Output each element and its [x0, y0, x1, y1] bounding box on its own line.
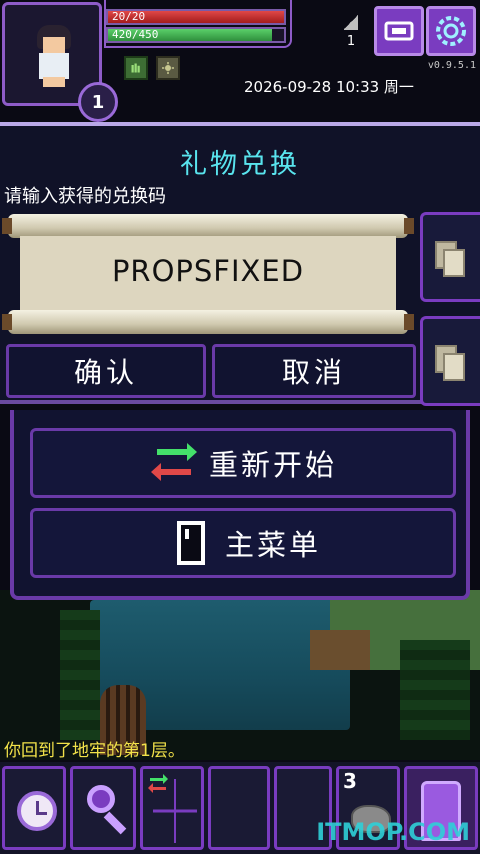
scroll-paper: PROPSFIXED [20, 236, 396, 312]
dirt-tile [310, 630, 370, 670]
plant-buff-icon[interactable] [124, 56, 148, 80]
restart-icon [150, 443, 197, 481]
menu-button[interactable] [426, 6, 476, 56]
search-icon [87, 785, 115, 813]
confirm-button[interactable]: 确认 [6, 344, 206, 398]
code-scroll: PROPSFIXED [2, 214, 414, 336]
depth-indicator[interactable]: 1 [334, 14, 368, 49]
scroll-roll-bottom [2, 310, 414, 334]
dialog-title: 礼物兑换 [180, 149, 300, 180]
main-menu-button[interactable]: 主菜单 [30, 508, 456, 578]
restart-button[interactable]: 重新开始 [30, 428, 456, 498]
copy-button[interactable] [420, 316, 480, 406]
journal-button[interactable] [374, 6, 424, 56]
pause-menu-panel: 重新开始 主菜单 [10, 410, 470, 600]
journal-icon [384, 21, 414, 41]
datetime-label: 2026-09-28 10:33 周一 [244, 78, 414, 96]
quickslot-empty-1[interactable] [208, 766, 270, 850]
door-icon [176, 521, 205, 565]
main-menu-label: 主菜单 [224, 528, 321, 562]
dungeon-view[interactable] [0, 590, 480, 760]
gift-code-dialog: 礼物兑换 请输入获得的兑换码 PROPSFIXED 确认 取消 [0, 122, 480, 406]
search-icon-handle [103, 811, 127, 835]
wait-button[interactable] [2, 766, 66, 850]
hero-level-badge: 1 [78, 82, 118, 122]
watermark-text: ITMOP.COM [316, 818, 470, 846]
paste-button[interactable] [420, 212, 480, 302]
redeem-code-input[interactable]: PROPSFIXED [20, 254, 396, 288]
tree-wall [60, 610, 100, 740]
hero-avatar [31, 25, 77, 87]
tree-wall [400, 640, 470, 740]
health-text: 20/20 [112, 10, 146, 23]
sun-buff-icon[interactable] [156, 56, 180, 80]
search-button[interactable] [70, 766, 136, 850]
health-bar: 20/20 [106, 9, 286, 25]
copy-icon [435, 345, 465, 381]
scroll-roll-top [2, 214, 414, 238]
clock-icon [17, 791, 57, 831]
gear-icon [436, 16, 466, 46]
version-label: v0.9.5.1 [427, 60, 476, 71]
experience-text: 420/450 [112, 28, 159, 41]
stairs-icon [344, 14, 358, 30]
restart-label: 重新开始 [208, 448, 337, 482]
paste-icon [435, 241, 465, 277]
swap-grid [153, 779, 197, 843]
cancel-button[interactable]: 取消 [212, 344, 416, 398]
experience-bar: 420/450 [106, 27, 286, 43]
depth-number: 1 [346, 34, 356, 49]
dialog-prompt: 请输入获得的兑换码 [4, 186, 166, 207]
quickslot-count: 3 [343, 769, 357, 793]
game-log-message: 你回到了地牢的第1层。 [4, 741, 185, 761]
quickslot-swap-button[interactable] [140, 766, 204, 850]
